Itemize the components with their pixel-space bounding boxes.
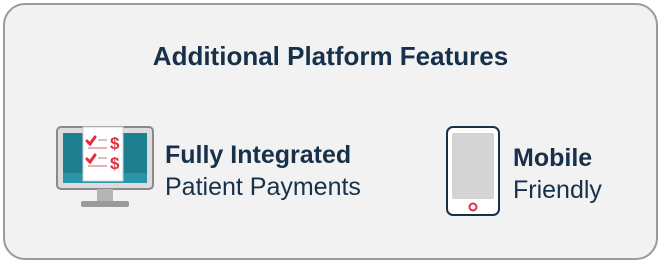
tablet-icon bbox=[445, 125, 501, 222]
feature-title: Fully Integrated bbox=[165, 140, 352, 169]
feature-title: Mobile bbox=[513, 143, 593, 172]
feature-subtitle: Friendly bbox=[513, 175, 602, 204]
features-card: Additional Platform Features $ $ Fully I… bbox=[3, 3, 658, 260]
feature-integrated-payments: $ $ Fully Integrated Patient Payments bbox=[55, 125, 361, 216]
feature-mobile-friendly: Mobile Friendly bbox=[445, 125, 602, 222]
feature-text: Mobile Friendly bbox=[513, 142, 602, 206]
card-title: Additional Platform Features bbox=[152, 41, 509, 71]
feature-subtitle: Patient Payments bbox=[165, 172, 361, 201]
feature-text: Fully Integrated Patient Payments bbox=[165, 139, 361, 203]
monitor-payments-icon: $ $ bbox=[55, 125, 155, 216]
svg-text:$: $ bbox=[110, 154, 120, 173]
svg-text:$: $ bbox=[110, 134, 120, 153]
